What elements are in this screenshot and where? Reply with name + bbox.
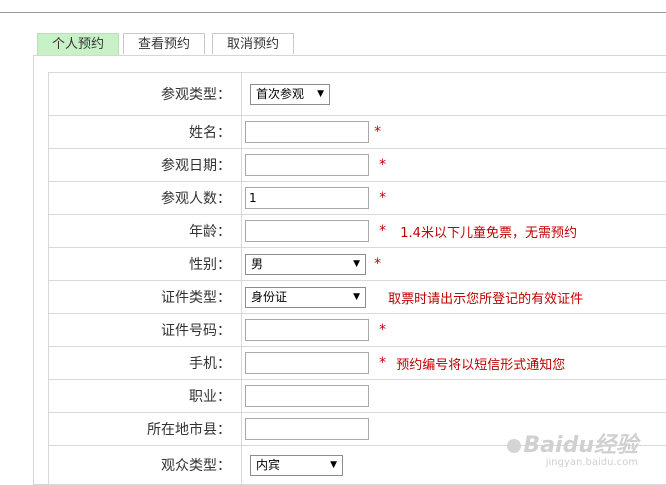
visitor-count-input[interactable]	[245, 187, 369, 209]
phone-note: 预约编号将以短信形式通知您	[396, 358, 565, 373]
id-number-input[interactable]	[245, 319, 369, 341]
age-label: 年龄：	[49, 215, 242, 248]
audience-type-value: 内宾	[256, 458, 280, 472]
chevron-down-icon: ▼	[330, 456, 337, 475]
visit-date-label: 参观日期：	[49, 149, 242, 182]
id-type-value: 身份证	[251, 290, 287, 304]
id-type-select[interactable]: 身份证 ▼	[245, 287, 366, 308]
phone-label: 手机：	[49, 347, 242, 380]
audience-type-select[interactable]: 内宾 ▼	[250, 455, 343, 476]
gender-label: 性别：	[49, 248, 242, 281]
required-mark: *	[379, 223, 386, 239]
chevron-down-icon: ▼	[317, 85, 324, 104]
visit-type-label: 参观类型：	[49, 73, 242, 116]
top-divider	[0, 12, 666, 13]
required-mark: *	[379, 190, 386, 206]
id-type-note: 取票时请出示您所登记的有效证件	[388, 292, 583, 307]
occupation-input[interactable]	[245, 385, 369, 407]
required-mark: *	[379, 157, 386, 173]
form-row-id-number: 证件号码： *	[49, 314, 666, 347]
watermark-logo: Baidu经验	[505, 427, 638, 459]
visitor-count-label: 参观人数：	[49, 182, 242, 215]
required-mark: *	[374, 124, 381, 140]
required-mark: *	[379, 355, 386, 371]
id-number-label: 证件号码：	[49, 314, 242, 347]
required-mark: *	[374, 256, 381, 272]
form-row-gender: 性别： 男 ▼ *	[49, 248, 666, 281]
form-row-age: 年龄： * 1.4米以下儿童免票，无需预约	[49, 215, 666, 248]
gender-select[interactable]: 男 ▼	[245, 254, 366, 275]
form-row-phone: 手机： * 预约编号将以短信形式通知您	[49, 347, 666, 380]
city-label: 所在地市县：	[49, 413, 242, 446]
form-row-visitor-count: 参观人数： *	[49, 182, 666, 215]
chevron-down-icon: ▼	[353, 255, 360, 274]
audience-type-label: 观众类型：	[49, 446, 242, 485]
form-row-occupation: 职业：	[49, 380, 666, 413]
paw-icon	[507, 439, 521, 453]
tab-personal-booking[interactable]: 个人预约	[37, 33, 119, 56]
baidu-jingyan-watermark: Baidu经验 jingyan.baidu.com	[505, 427, 638, 468]
age-note: 1.4米以下儿童免票，无需预约	[400, 226, 577, 241]
form-row-id-type: 证件类型： 身份证 ▼ 取票时请出示您所登记的有效证件	[49, 281, 666, 314]
form-row-visit-type: 参观类型： 首次参观 ▼	[49, 73, 666, 116]
visit-date-input[interactable]	[245, 154, 369, 176]
occupation-label: 职业：	[49, 380, 242, 413]
phone-input[interactable]	[245, 352, 369, 374]
visit-type-select[interactable]: 首次参观 ▼	[250, 84, 330, 105]
visit-type-value: 首次参观	[256, 87, 304, 101]
gender-value: 男	[251, 257, 263, 271]
name-label: 姓名：	[49, 116, 242, 149]
form-row-name: 姓名： *	[49, 116, 666, 149]
tab-cancel-booking[interactable]: 取消预约	[212, 33, 294, 54]
tab-view-booking[interactable]: 查看预约	[123, 33, 205, 54]
required-mark: *	[379, 322, 386, 338]
name-input[interactable]	[245, 121, 369, 143]
age-input[interactable]	[245, 220, 369, 242]
form-row-visit-date: 参观日期： *	[49, 149, 666, 182]
id-type-label: 证件类型：	[49, 281, 242, 314]
booking-form: 参观类型： 首次参观 ▼ 姓名： * 参观日期： * 参观人数： * 年龄：	[48, 72, 666, 485]
chevron-down-icon: ▼	[353, 288, 360, 307]
city-input[interactable]	[245, 418, 369, 440]
